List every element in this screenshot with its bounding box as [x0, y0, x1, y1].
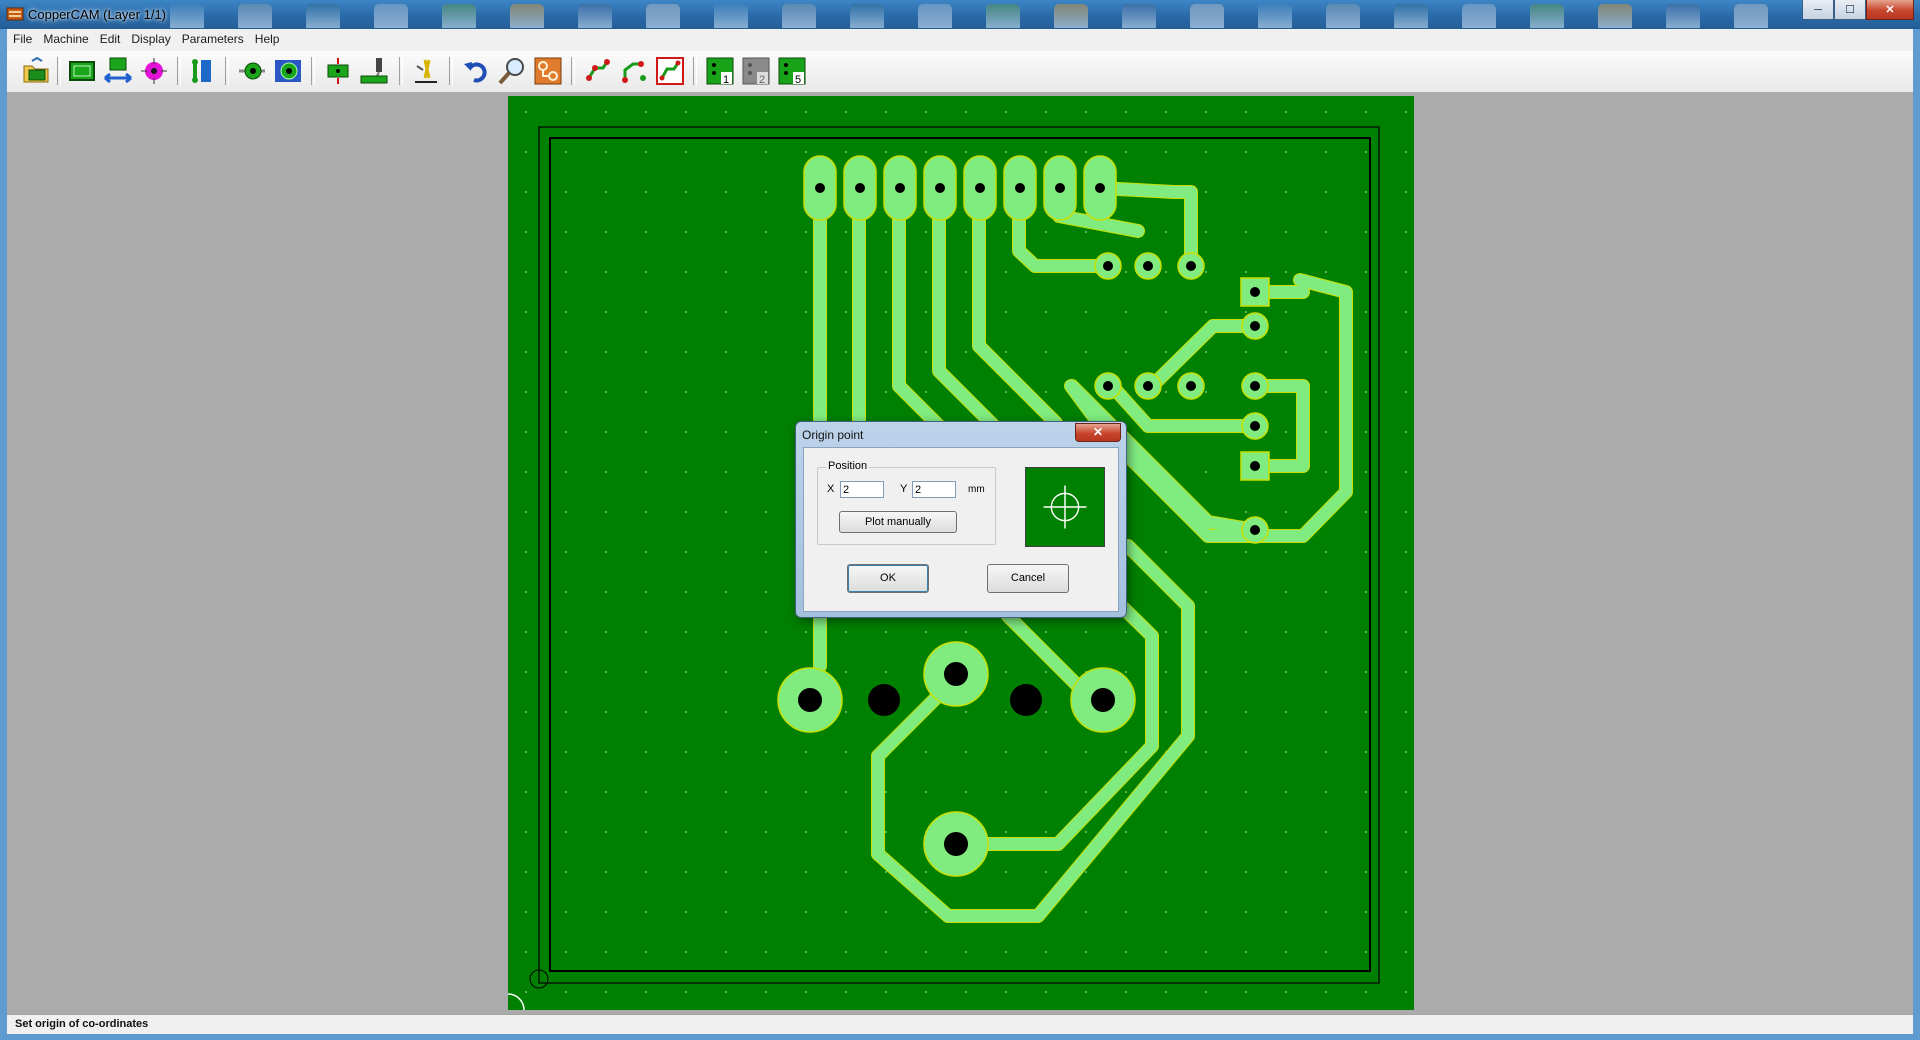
maximize-button[interactable]: ☐: [1834, 0, 1866, 20]
taskbar-tile: [306, 4, 340, 28]
menu-machine[interactable]: Machine: [37, 29, 93, 46]
menu-bar: File Machine Edit Display Parameters Help: [7, 29, 1913, 52]
taskbar-tile: [578, 4, 612, 28]
window-controls: ─ ☐ ✕: [1802, 0, 1914, 20]
x-label: X: [827, 483, 835, 495]
window-frame-right: [1913, 29, 1920, 1040]
taskbar-tile: [782, 4, 816, 28]
taskbar-tile: [170, 4, 204, 28]
menu-display[interactable]: Display: [125, 29, 175, 46]
undo-icon[interactable]: [461, 56, 491, 86]
dialog-close-button[interactable]: ✕: [1075, 423, 1121, 442]
menu-edit[interactable]: Edit: [94, 29, 126, 46]
pad-select-icon[interactable]: [237, 56, 267, 86]
toolbar: 1 2 5: [7, 51, 1913, 93]
layer-1-icon[interactable]: 1: [705, 56, 735, 86]
taskbar-tile: [1258, 4, 1292, 28]
drill-holes-icon[interactable]: [323, 56, 353, 86]
taskbar-tile: [1598, 4, 1632, 28]
taskbar-tile: [1394, 4, 1428, 28]
taskbar-tile: [918, 4, 952, 28]
window-title: CopperCAM (Layer 1/1): [28, 7, 166, 22]
layer-5-label: 5: [795, 74, 801, 86]
window-frame-bottom: [0, 1034, 1920, 1040]
taskbar-tile: [1666, 4, 1700, 28]
mirror-board-icon[interactable]: [103, 56, 133, 86]
y-label: Y: [900, 483, 908, 495]
taskbar-tile: [1734, 4, 1768, 28]
layer-1-label: 1: [723, 74, 729, 86]
y-input[interactable]: [912, 481, 956, 498]
taskbar-tile: [510, 4, 544, 28]
track-select-icon[interactable]: [187, 56, 217, 86]
layer-2-label: 2: [759, 74, 765, 86]
menu-help[interactable]: Help: [249, 29, 285, 46]
taskbar-tile: [1326, 4, 1360, 28]
plot-manually-button[interactable]: Plot manually: [839, 511, 957, 533]
zoom-icon[interactable]: [497, 56, 527, 86]
board-view-icon[interactable]: [533, 56, 563, 86]
taskbar-tile: [1462, 4, 1496, 28]
open-folder-icon[interactable]: [21, 56, 51, 86]
taskbar-tile: [442, 4, 476, 28]
origin-preview-icon: [1025, 467, 1105, 547]
window-frame-left: [0, 29, 7, 1040]
status-bar: Set origin of co-ordinates: [7, 1014, 1913, 1035]
drill-point-icon[interactable]: [139, 56, 169, 86]
isolation-paths-icon[interactable]: [273, 56, 303, 86]
background-taskbar-strip: [170, 3, 1800, 28]
menu-parameters[interactable]: Parameters: [176, 29, 249, 46]
layer-2-icon[interactable]: 2: [741, 56, 771, 86]
taskbar-tile: [986, 4, 1020, 28]
engraving-tool-icon[interactable]: [411, 56, 441, 86]
x-input[interactable]: [840, 481, 884, 498]
board-contour-icon[interactable]: [67, 56, 97, 86]
taskbar-tile: [714, 4, 748, 28]
traces-red-icon[interactable]: [583, 56, 613, 86]
taskbar-tile: [646, 4, 680, 28]
close-button[interactable]: ✕: [1866, 0, 1914, 20]
ok-button[interactable]: OK: [847, 564, 929, 593]
title-bar: CopperCAM (Layer 1/1) ─ ☐ ✕: [0, 0, 1920, 29]
status-text: Set origin of co-ordinates: [15, 1018, 149, 1030]
minimize-button[interactable]: ─: [1802, 0, 1834, 20]
milling-tool-icon[interactable]: [359, 56, 389, 86]
menu-file[interactable]: File: [7, 29, 37, 46]
position-group-label: Position: [826, 460, 870, 472]
traces-select-icon[interactable]: [619, 56, 649, 86]
taskbar-tile: [1190, 4, 1224, 28]
taskbar-tile: [1122, 4, 1156, 28]
layer-5-icon[interactable]: 5: [777, 56, 807, 86]
taskbar-tile: [238, 4, 272, 28]
dialog-body: Position X Y mm Plot manually OK Cancel: [803, 447, 1119, 612]
app-icon: [6, 7, 24, 21]
taskbar-tile: [1530, 4, 1564, 28]
origin-point-dialog: Origin point ✕ Position X Y mm Plot manu…: [795, 421, 1127, 618]
dialog-title: Origin point: [802, 428, 864, 442]
cancel-button[interactable]: Cancel: [987, 564, 1069, 593]
position-group: Position X Y mm Plot manually: [817, 460, 996, 545]
taskbar-tile: [374, 4, 408, 28]
traces-frame-icon[interactable]: [655, 56, 685, 86]
taskbar-tile: [850, 4, 884, 28]
unit-label: mm: [968, 484, 985, 495]
taskbar-tile: [1054, 4, 1088, 28]
